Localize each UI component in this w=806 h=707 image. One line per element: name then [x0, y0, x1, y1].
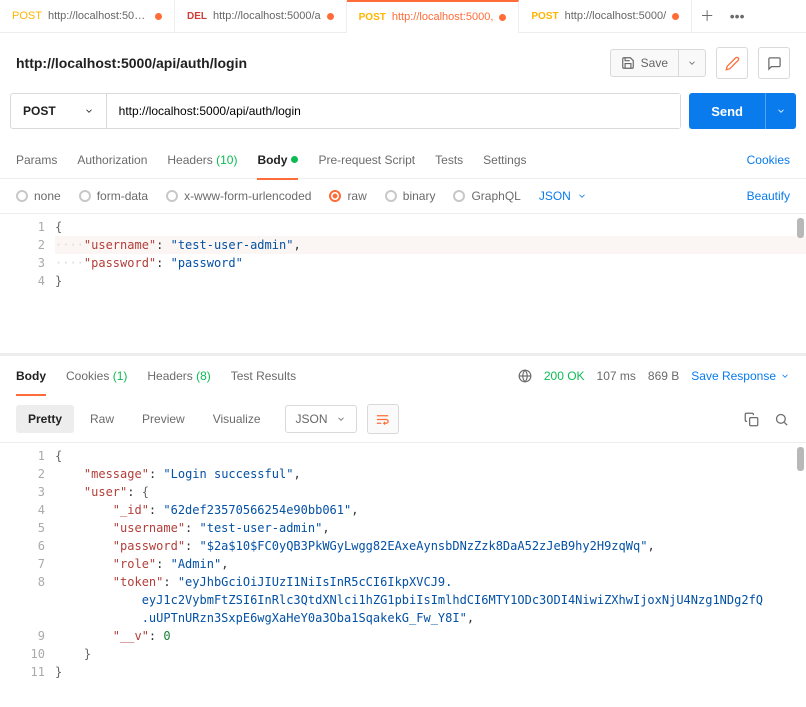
radio-icon — [79, 190, 91, 202]
save-response-button[interactable]: Save Response — [691, 369, 790, 383]
globe-icon[interactable] — [518, 369, 532, 383]
tab-label: http://localhost:5000/a — [213, 10, 321, 22]
tab-3[interactable]: POST http://localhost:5000/ — [519, 0, 692, 33]
tab-label: http://localhost:5000, — [392, 11, 494, 23]
unsaved-dot-icon — [155, 13, 162, 20]
pencil-icon — [725, 56, 740, 71]
chevron-down-icon — [577, 191, 587, 201]
chevron-down-icon — [336, 414, 346, 424]
method-value: POST — [23, 104, 56, 118]
response-toolbar: Pretty Raw Preview Visualize JSON — [0, 396, 806, 443]
gutter: 12345678 91011 — [0, 443, 55, 683]
radio-raw[interactable]: raw — [329, 189, 366, 203]
tab-label: http://localhost:5000/ — [565, 10, 667, 22]
resp-tab-testresults[interactable]: Test Results — [231, 356, 296, 396]
gutter: 1234 — [0, 214, 55, 353]
tab-headers[interactable]: Headers (10) — [167, 141, 237, 179]
response-format-select[interactable]: JSON — [285, 405, 357, 433]
request-body-editor[interactable]: 1234 { ····"username": "test-user-admin"… — [0, 213, 806, 353]
more-tabs-button[interactable]: ••• — [722, 8, 752, 24]
chevron-down-icon — [687, 58, 697, 68]
radio-graphql[interactable]: GraphQL — [453, 189, 520, 203]
unsaved-dot-icon — [327, 13, 334, 20]
tab-label: http://localhost:5000/ — [48, 10, 149, 22]
copy-response-button[interactable] — [742, 410, 760, 428]
tabs-bar: POST http://localhost:5000/ DEL http://l… — [0, 0, 806, 33]
view-raw[interactable]: Raw — [78, 405, 126, 433]
tab-method: POST — [531, 11, 558, 22]
url-input[interactable] — [107, 94, 681, 128]
chevron-down-icon — [84, 106, 94, 116]
radio-form-data[interactable]: form-data — [79, 189, 148, 203]
radio-icon — [453, 190, 465, 202]
body-language-select[interactable]: JSON — [539, 189, 587, 203]
radio-none[interactable]: none — [16, 189, 61, 203]
radio-binary[interactable]: binary — [385, 189, 436, 203]
beautify-link[interactable]: Beautify — [747, 189, 790, 203]
method-select[interactable]: POST — [11, 94, 107, 128]
unsaved-dot-icon — [499, 14, 506, 21]
radio-icon — [16, 190, 28, 202]
search-response-button[interactable] — [772, 410, 790, 428]
send-group: Send — [689, 93, 796, 129]
send-caret-button[interactable] — [765, 93, 796, 129]
unsaved-dot-icon — [672, 13, 679, 20]
radio-icon — [329, 190, 341, 202]
status-time: 107 ms — [597, 369, 636, 383]
chevron-down-icon — [776, 106, 786, 116]
comments-button[interactable] — [758, 47, 790, 79]
method-url-group: POST — [10, 93, 681, 129]
resp-tab-headers[interactable]: Headers (8) — [147, 356, 210, 396]
tab-settings[interactable]: Settings — [483, 141, 526, 179]
wrap-icon — [375, 412, 390, 427]
response-body-viewer[interactable]: 12345678 91011 { "message": "Login succe… — [0, 443, 806, 683]
comment-icon — [767, 56, 782, 71]
tab-body[interactable]: Body — [257, 141, 298, 179]
chevron-down-icon — [780, 371, 790, 381]
scrollbar[interactable] — [797, 447, 804, 471]
tab-2[interactable]: POST http://localhost:5000, — [347, 0, 520, 33]
status-size: 869 B — [648, 369, 679, 383]
tab-1[interactable]: DEL http://localhost:5000/a — [175, 0, 347, 33]
edit-button[interactable] — [716, 47, 748, 79]
tab-method: POST — [359, 12, 386, 23]
request-tabs: Params Authorization Headers (10) Body P… — [0, 141, 806, 179]
code-area[interactable]: { "message": "Login successful", "user":… — [55, 443, 806, 683]
tab-authorization[interactable]: Authorization — [77, 141, 147, 179]
add-tab-button[interactable]: ＋ — [692, 6, 722, 26]
body-modified-dot-icon — [291, 156, 298, 163]
tab-prerequest[interactable]: Pre-request Script — [318, 141, 415, 179]
code-area[interactable]: { ····"username": "test-user-admin", ···… — [55, 214, 806, 353]
view-preview[interactable]: Preview — [130, 405, 197, 433]
save-icon — [621, 56, 635, 70]
radio-urlencoded[interactable]: x-www-form-urlencoded — [166, 189, 311, 203]
request-title: http://localhost:5000/api/auth/login — [16, 55, 600, 71]
resp-tab-body[interactable]: Body — [16, 356, 46, 396]
cookies-link[interactable]: Cookies — [747, 153, 790, 167]
status-code: 200 OK — [544, 369, 585, 383]
tab-method: POST — [12, 10, 42, 22]
tab-tests[interactable]: Tests — [435, 141, 463, 179]
search-icon — [774, 412, 789, 427]
save-label: Save — [641, 56, 668, 70]
save-group: Save — [610, 49, 706, 77]
view-pretty[interactable]: Pretty — [16, 405, 74, 433]
radio-icon — [166, 190, 178, 202]
save-caret-button[interactable] — [679, 49, 706, 77]
tab-0[interactable]: POST http://localhost:5000/ — [0, 0, 175, 33]
view-visualize[interactable]: Visualize — [201, 405, 273, 433]
url-row: POST Send — [0, 93, 806, 141]
title-row: http://localhost:5000/api/auth/login Sav… — [0, 33, 806, 93]
wrap-lines-button[interactable] — [367, 404, 399, 434]
scrollbar[interactable] — [797, 218, 804, 238]
tab-method: DEL — [187, 11, 207, 22]
tab-params[interactable]: Params — [16, 141, 57, 179]
response-tabs: Body Cookies (1) Headers (8) Test Result… — [0, 356, 806, 396]
resp-tab-cookies[interactable]: Cookies (1) — [66, 356, 127, 396]
save-button[interactable]: Save — [610, 49, 679, 77]
body-type-row: none form-data x-www-form-urlencoded raw… — [0, 179, 806, 213]
radio-icon — [385, 190, 397, 202]
copy-icon — [744, 412, 759, 427]
send-button[interactable]: Send — [689, 93, 765, 129]
